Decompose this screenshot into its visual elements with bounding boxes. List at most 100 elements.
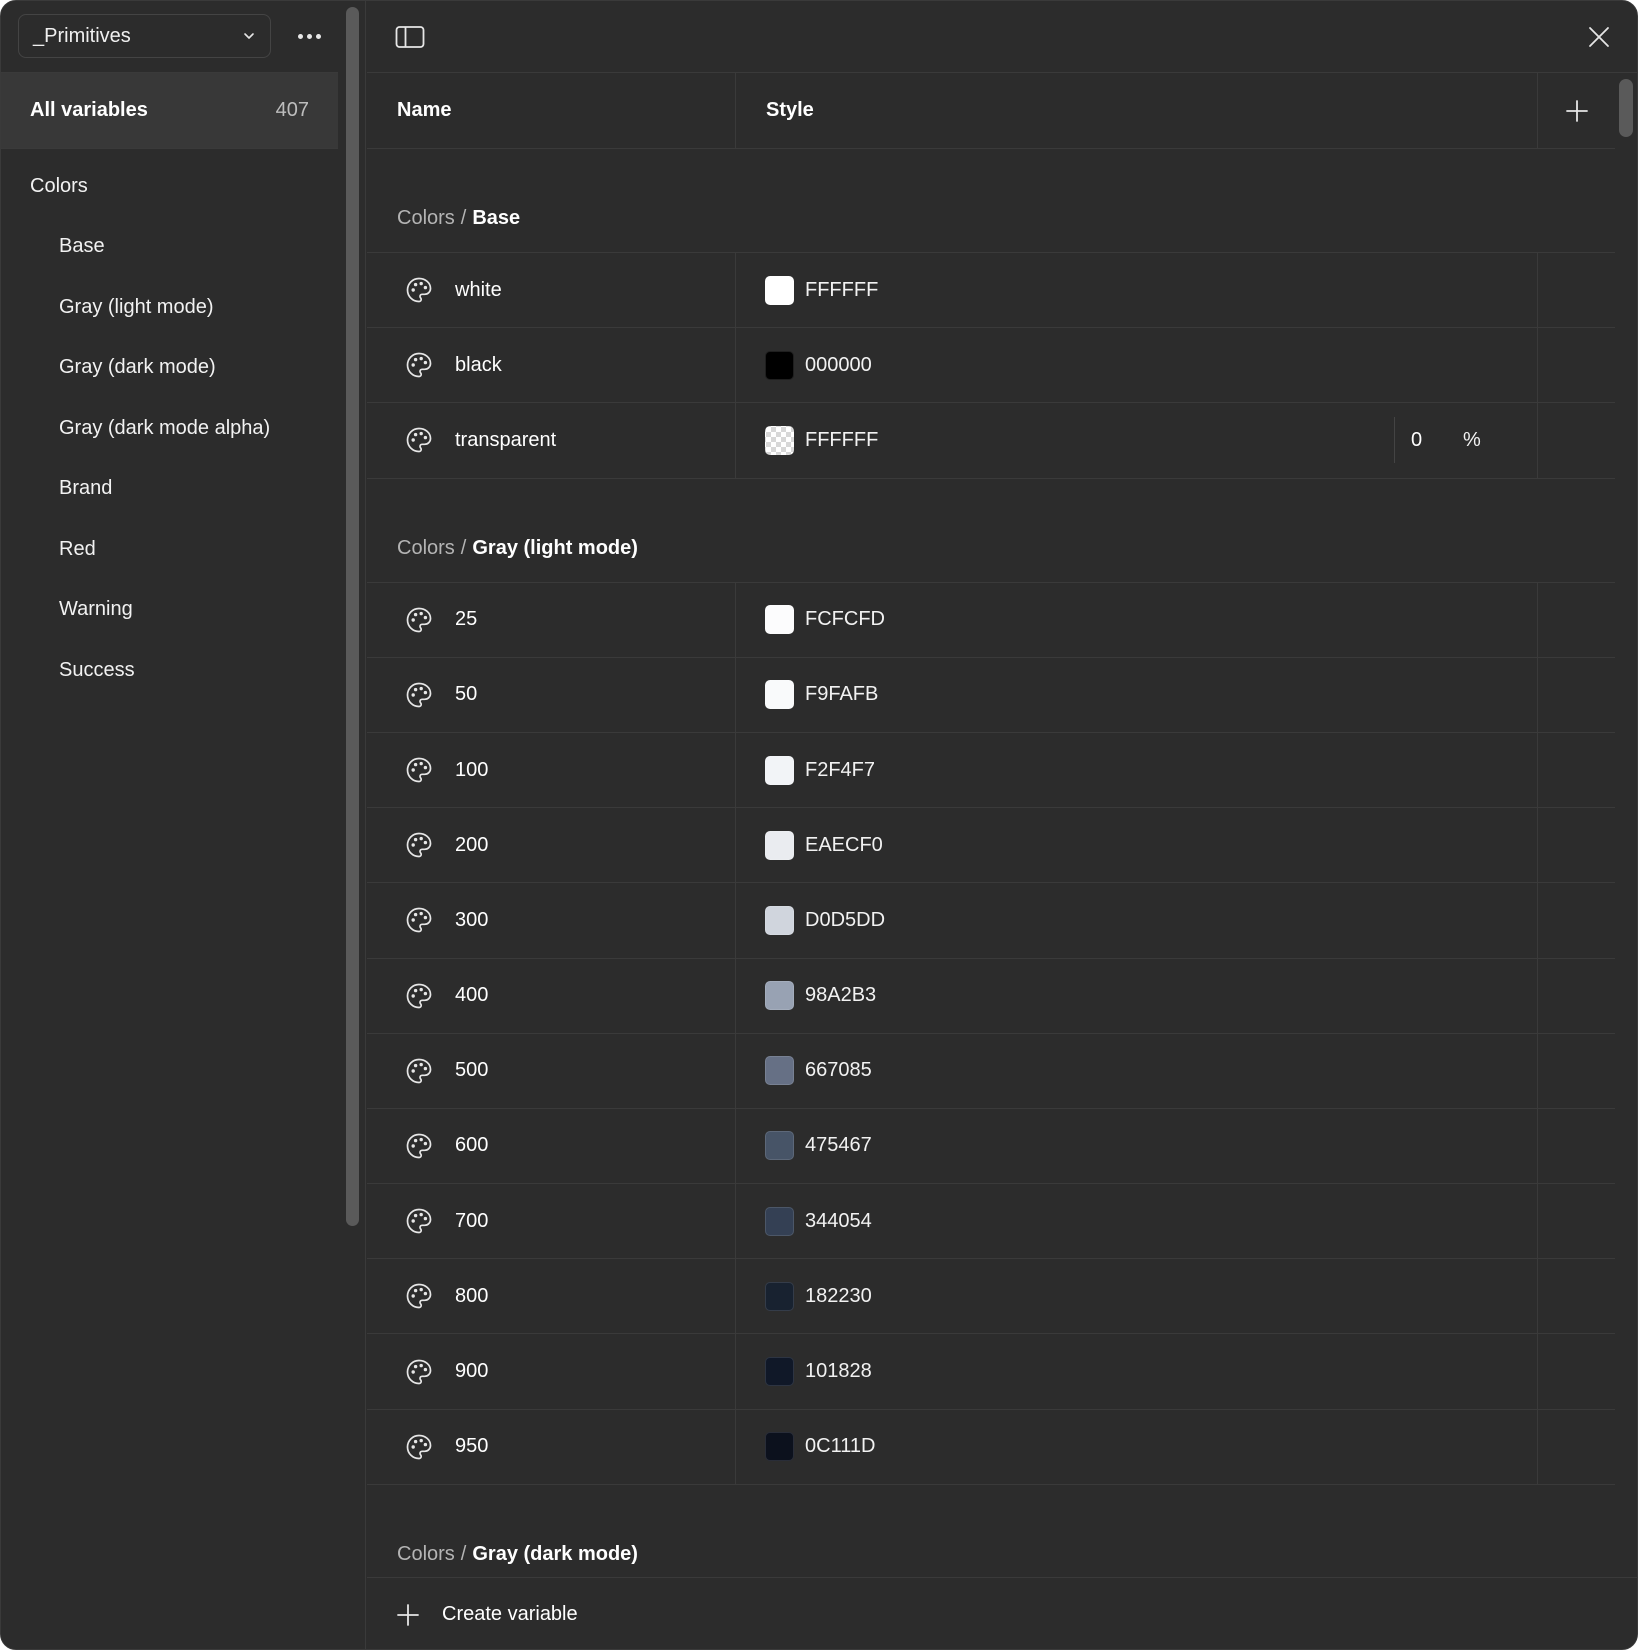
variable-value-cell[interactable]: EAECF0 (736, 808, 1538, 883)
sidebar-item-gray-dark-mode-alpha[interactable]: Gray (dark mode alpha) (1, 398, 339, 459)
variable-value-cell[interactable]: F2F4F7 (736, 732, 1538, 808)
palette-icon (406, 352, 432, 378)
variable-value: FFFFFF (805, 428, 879, 451)
main-scrollbar-thumb[interactable] (1619, 79, 1633, 137)
collection-dropdown[interactable]: _Primitives (18, 14, 271, 58)
color-swatch[interactable] (765, 1432, 794, 1462)
table-row[interactable]: 100 F2F4F7 (367, 732, 1615, 809)
all-variables-item[interactable]: All variables 407 (1, 73, 339, 148)
variable-name-cell[interactable]: 600 (367, 1108, 736, 1184)
variable-value-cell[interactable]: FCFCFD (736, 582, 1538, 657)
sidebar-item-warning[interactable]: Warning (1, 580, 339, 641)
color-swatch[interactable] (765, 275, 794, 305)
variable-name-cell[interactable]: transparent (367, 403, 736, 478)
variable-name-cell[interactable]: 25 (367, 582, 736, 657)
color-swatch[interactable] (765, 1056, 794, 1086)
variable-name-cell[interactable]: 950 (367, 1409, 736, 1484)
table-row[interactable]: 800 182230 (367, 1259, 1615, 1335)
sidebar-item-base[interactable]: Base (1, 217, 339, 278)
color-swatch[interactable] (765, 425, 794, 455)
table-row[interactable]: 500 667085 (367, 1033, 1615, 1109)
sidebar-scrollbar-thumb[interactable] (346, 7, 359, 1226)
variable-value-cell[interactable]: F9FAFB (736, 657, 1538, 732)
table-row[interactable]: 50 F9FAFB (367, 657, 1615, 733)
variable-value: F9FAFB (805, 683, 879, 706)
variable-value-cell[interactable]: 667085 (736, 1033, 1538, 1108)
variable-name-cell[interactable]: 800 (367, 1259, 736, 1334)
sidebar-item-gray-dark-mode[interactable]: Gray (dark mode) (1, 338, 339, 399)
row-extra-cell (1538, 583, 1615, 657)
color-swatch[interactable] (765, 1357, 794, 1387)
sidebar-item-colors[interactable]: Colors (1, 156, 339, 217)
variable-name-cell[interactable]: 100 (367, 732, 736, 808)
create-variable-button[interactable]: Create variable (367, 1577, 1637, 1649)
table-row[interactable]: 600 475467 (367, 1108, 1615, 1185)
variable-name-cell[interactable]: 50 (367, 657, 736, 732)
variable-value-cell[interactable]: FFFFFF (736, 253, 1538, 328)
color-swatch[interactable] (765, 680, 794, 710)
close-icon[interactable] (1588, 26, 1610, 48)
color-swatch[interactable] (765, 605, 794, 635)
variable-name-cell[interactable]: 700 (367, 1184, 736, 1259)
color-swatch[interactable] (765, 1206, 794, 1236)
add-mode-button[interactable] (1538, 73, 1615, 148)
table-row[interactable]: 300 D0D5DD (367, 883, 1615, 959)
section-group: Base (472, 207, 521, 229)
section-separator: / (460, 536, 467, 559)
variable-value: 344054 (805, 1209, 872, 1232)
sidebar-item-red[interactable]: Red (1, 519, 339, 580)
color-swatch[interactable] (765, 1131, 794, 1161)
variable-name-cell[interactable]: 300 (367, 883, 736, 958)
table-row[interactable]: white FFFFFF (367, 253, 1615, 329)
variable-value-cell[interactable]: 000000 (736, 328, 1538, 403)
alpha-input[interactable]: 0% (1394, 417, 1481, 464)
variable-value-cell[interactable]: 101828 (736, 1334, 1538, 1409)
plus-icon (397, 1603, 419, 1626)
variable-value-cell[interactable]: 0C111D (736, 1409, 1538, 1484)
color-swatch[interactable] (765, 755, 794, 785)
variable-value-cell[interactable]: FFFFFF 0% (736, 403, 1538, 478)
variable-value-cell[interactable]: 344054 (736, 1184, 1538, 1259)
color-swatch[interactable] (765, 350, 794, 380)
column-header-style: Style (736, 73, 1538, 148)
color-swatch[interactable] (765, 830, 794, 860)
variable-name-cell[interactable]: 200 (367, 808, 736, 883)
plus-icon (1565, 99, 1588, 122)
color-swatch[interactable] (765, 981, 794, 1011)
variable-name-cell[interactable]: 500 (367, 1033, 736, 1108)
sidebar-toggle-icon[interactable] (395, 25, 425, 49)
variable-name-cell[interactable]: 900 (367, 1334, 736, 1409)
all-variables-count: 407 (275, 99, 309, 121)
sidebar-item-brand[interactable]: Brand (1, 459, 339, 520)
variable-name-cell[interactable]: black (367, 328, 736, 403)
sidebar-item-gray-light-mode[interactable]: Gray (light mode) (1, 277, 339, 338)
variable-value: F2F4F7 (805, 758, 876, 781)
sidebar-item-success[interactable]: Success (1, 640, 339, 701)
variable-name: 100 (455, 758, 489, 781)
row-extra-cell (1538, 328, 1615, 402)
color-swatch[interactable] (765, 1281, 794, 1311)
table-row[interactable]: 400 98A2B3 (367, 958, 1615, 1034)
color-swatch[interactable] (765, 905, 794, 935)
more-options-button[interactable] (291, 23, 327, 49)
table-row[interactable]: 950 0C111D (367, 1409, 1615, 1485)
section-prefix: Colors (397, 1542, 455, 1565)
variable-value-cell[interactable]: 182230 (736, 1259, 1538, 1334)
table-row[interactable]: black 000000 (367, 328, 1615, 404)
section-group: Gray (dark mode) (472, 1542, 638, 1565)
variable-value-cell[interactable]: 475467 (736, 1108, 1538, 1184)
table-row[interactable]: 700 344054 (367, 1184, 1615, 1260)
variable-value-cell[interactable]: 98A2B3 (736, 958, 1538, 1033)
palette-icon (406, 832, 432, 858)
table-row[interactable]: 900 101828 (367, 1334, 1615, 1410)
variable-value-cell[interactable]: D0D5DD (736, 883, 1538, 958)
table-row[interactable]: 200 EAECF0 (367, 808, 1615, 884)
table-row[interactable]: transparent FFFFFF 0% (367, 403, 1615, 479)
row-extra-cell (1538, 403, 1615, 477)
palette-icon (406, 607, 432, 633)
variable-name-cell[interactable]: white (367, 253, 736, 328)
top-bar (367, 1, 1637, 73)
variable-name: 50 (455, 683, 478, 706)
variable-name-cell[interactable]: 400 (367, 958, 736, 1033)
table-row[interactable]: 25 FCFCFD (367, 582, 1615, 658)
